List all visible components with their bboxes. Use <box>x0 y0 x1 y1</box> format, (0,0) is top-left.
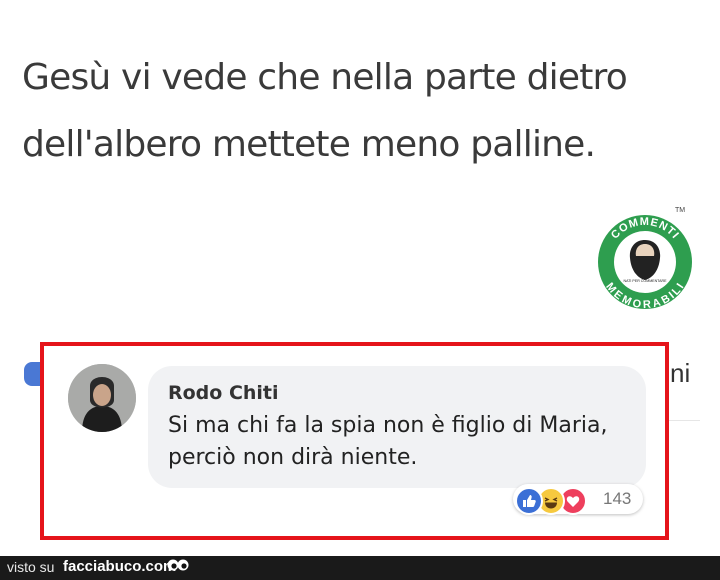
footer-site-link[interactable]: facciabuco.com <box>63 558 176 575</box>
svg-text:TM: TM <box>675 207 685 214</box>
avatar-photo <box>68 364 136 432</box>
reaction-count: 143 <box>603 489 632 508</box>
footer-bar: visto su facciabuco.com <box>0 556 720 580</box>
footer-visto-su: visto su <box>7 559 55 575</box>
comment-text: Si ma chi fa la spia non è figlio di Mar… <box>168 413 608 470</box>
reactions-summary[interactable]: 143 <box>513 484 643 515</box>
commenti-memorabili-logo: TM COMMENTI MEMORABILI NATI PER COMMENTA… <box>598 207 692 311</box>
post-text: Gesù vi vede che nella parte dietro dell… <box>22 57 628 165</box>
svg-text:NATI PER COMMENTARE: NATI PER COMMENTARE <box>624 279 668 283</box>
eyes-icon <box>167 559 189 571</box>
comment-author[interactable]: Rodo Chiti <box>168 382 279 404</box>
background-partial-text: ni <box>670 358 691 388</box>
like-icon <box>515 487 543 515</box>
background-like-icon <box>24 362 40 386</box>
avatar[interactable] <box>68 364 136 432</box>
